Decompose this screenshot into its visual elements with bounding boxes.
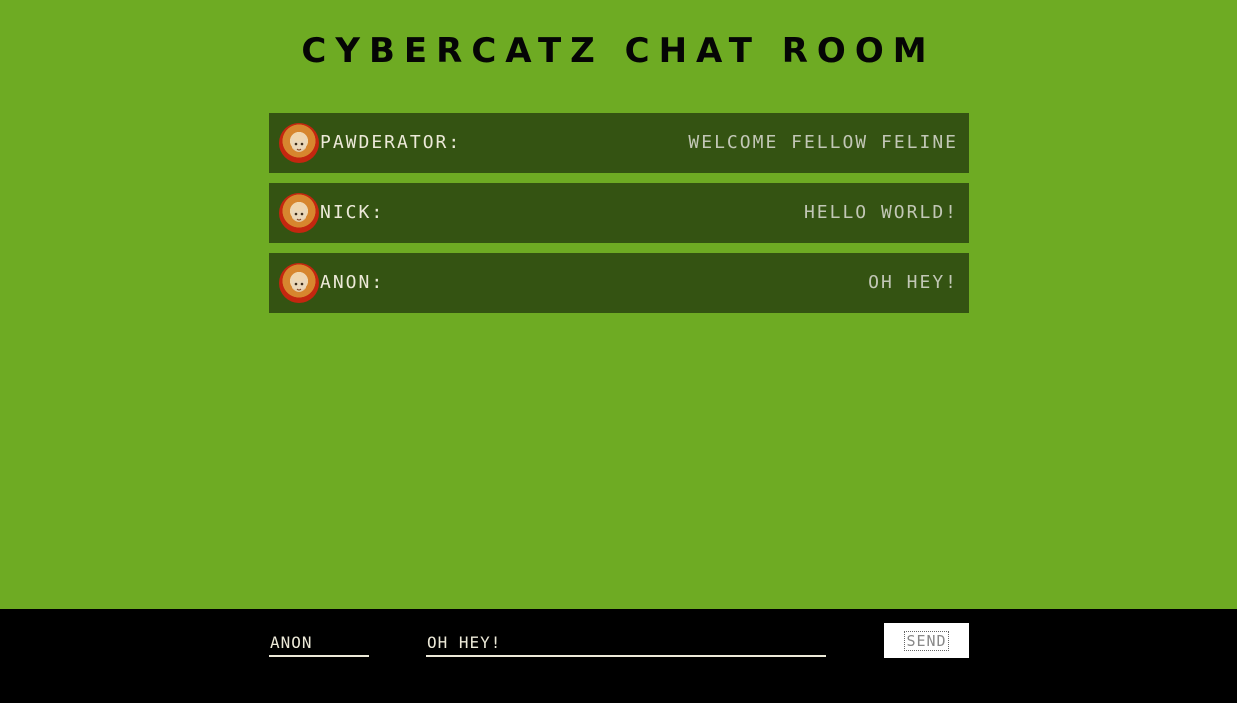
send-button[interactable]: SEND [884, 623, 969, 658]
message-item: Anon: Oh hey! [269, 253, 969, 313]
message-text: Welcome fellow feline [688, 132, 958, 153]
message-list: Pawderator: Welcome fellow feline Nick: … [269, 113, 969, 323]
message-item: Nick: Hello World! [269, 183, 969, 243]
message-item: Pawderator: Welcome fellow feline [269, 113, 969, 173]
cat-avatar-icon [279, 123, 319, 163]
composer-bar: SEND [0, 609, 1237, 703]
cat-avatar-icon [279, 263, 319, 303]
page-title: Cybercatz Chat Room [301, 31, 936, 71]
chat-page: Cybercatz Chat Room Pawderator: Welcome … [0, 0, 1237, 703]
message-text: Oh hey! [868, 272, 958, 293]
name-input[interactable] [269, 629, 369, 657]
cat-avatar-icon [279, 193, 319, 233]
message-text: Hello World! [803, 202, 958, 223]
message-author: Anon: [320, 272, 385, 293]
message-author: Nick: [320, 202, 385, 223]
message-input[interactable] [426, 629, 826, 657]
message-author: Pawderator: [320, 132, 462, 153]
send-button-label: SEND [904, 630, 949, 651]
